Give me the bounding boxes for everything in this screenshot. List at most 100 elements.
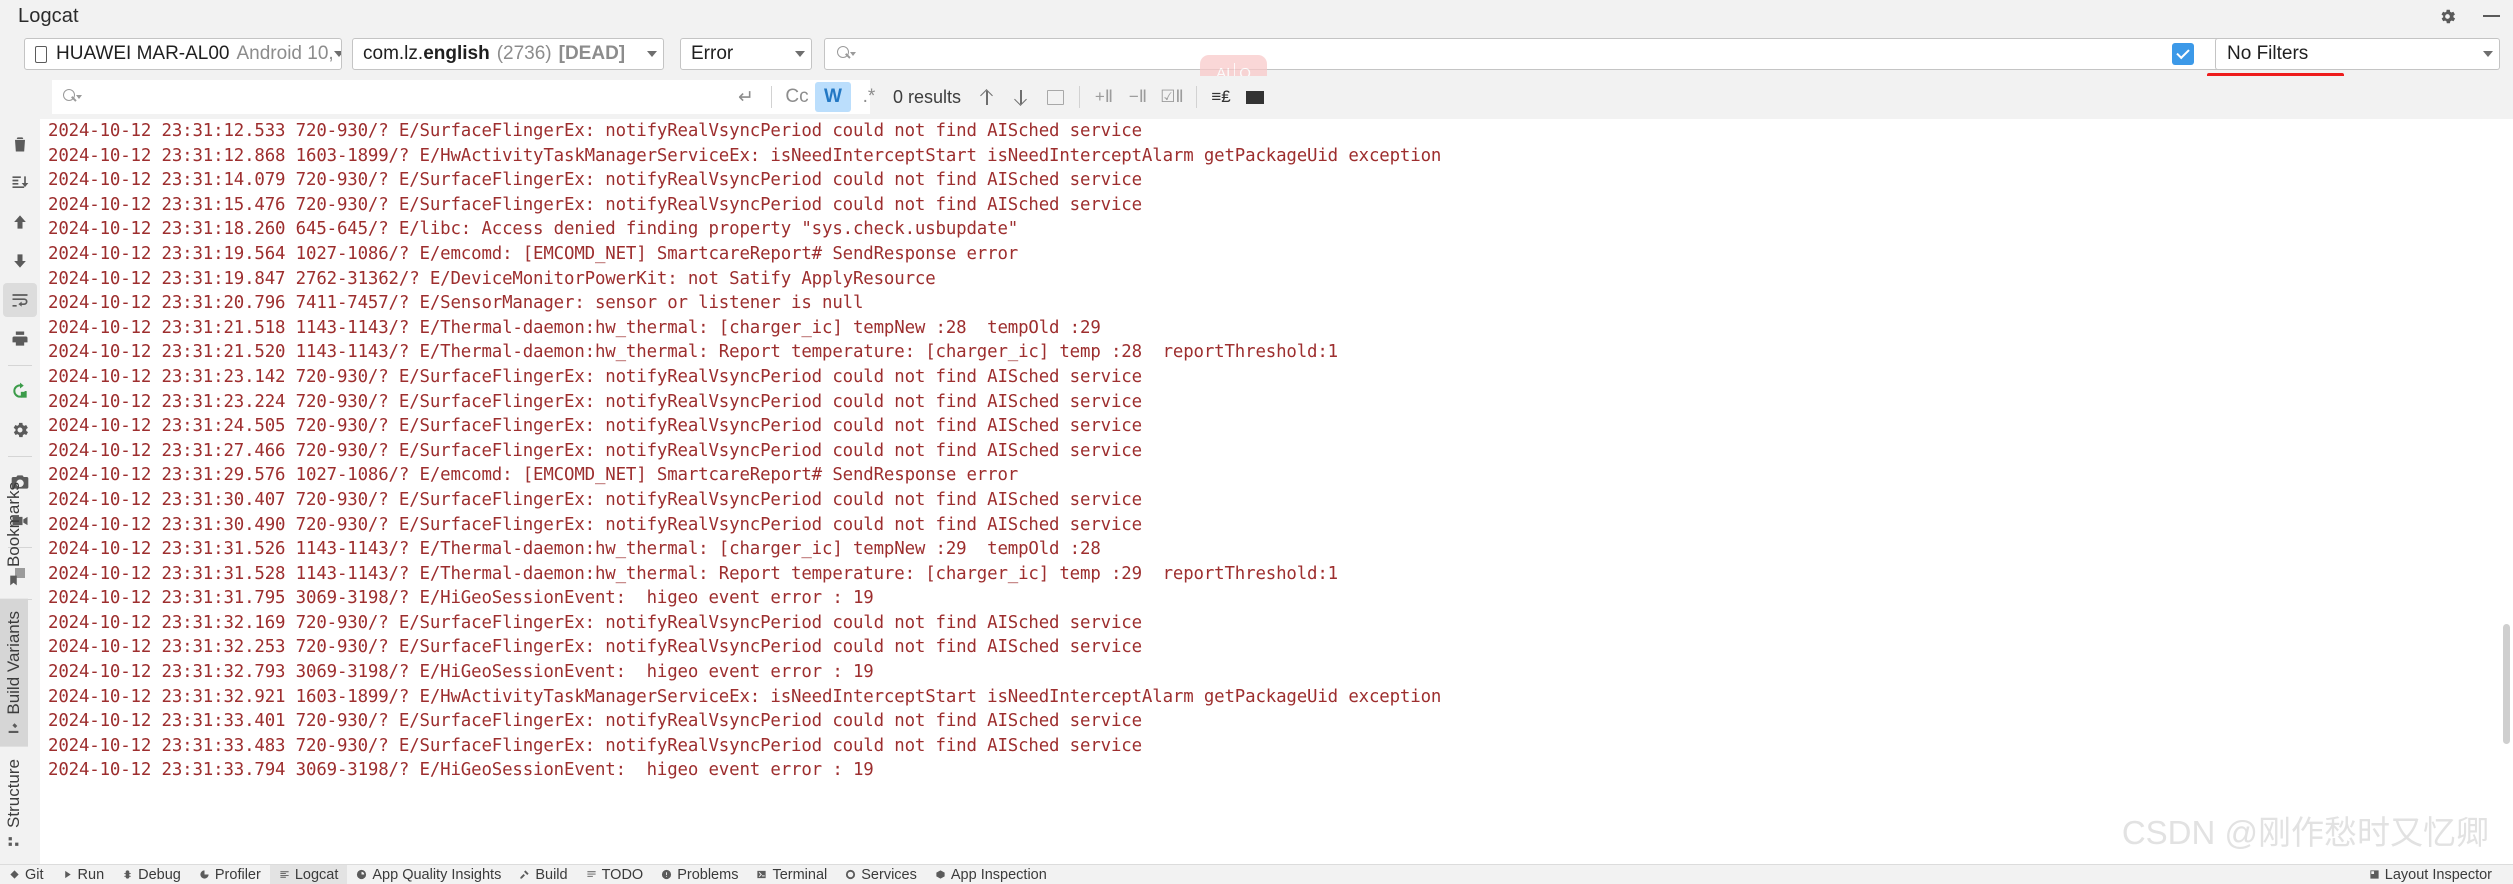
tool-window-header: Logcat bbox=[0, 0, 2513, 33]
print-button[interactable] bbox=[3, 322, 37, 356]
tool-window-title: Logcat bbox=[18, 5, 79, 27]
divider bbox=[8, 365, 32, 366]
device-name: HUAWEI MAR-AL00 bbox=[56, 43, 230, 64]
status-bar-right: Layout Inspector bbox=[2360, 865, 2513, 884]
run-icon bbox=[64, 870, 71, 879]
log-line: 2024-10-12 23:31:12.868 1603-1899/? E/Hw… bbox=[48, 145, 1442, 166]
tool-tab-terminal[interactable]: Terminal bbox=[747, 865, 836, 884]
tool-tab-app-quality-insights[interactable]: App Quality Insights bbox=[347, 865, 510, 884]
divider bbox=[8, 456, 32, 457]
match-words-toggle[interactable]: W bbox=[815, 82, 851, 112]
log-line: 2024-10-12 23:31:29.576 1027-1086/? E/em… bbox=[48, 465, 1019, 486]
tool-tab-todo[interactable]: TODO bbox=[577, 865, 653, 884]
log-line: 2024-10-12 23:31:21.520 1143-1143/? E/Th… bbox=[48, 342, 1339, 363]
tool-tab-layout-inspector[interactable]: Layout Inspector bbox=[2360, 865, 2501, 884]
log-line: 2024-10-12 23:31:33.794 3069-3198/? E/Hi… bbox=[48, 760, 874, 781]
log-line: 2024-10-12 23:31:31.528 1143-1143/? E/Th… bbox=[48, 563, 1339, 584]
arrow-down-icon[interactable] bbox=[1004, 82, 1038, 112]
sidebar-item-label: Structure bbox=[4, 758, 23, 828]
filter-preset-value[interactable]: No Filters bbox=[2215, 38, 2331, 70]
filter-funnel-icon[interactable] bbox=[1238, 82, 1272, 112]
sidebar-item-build-variants[interactable]: Build Variants bbox=[0, 599, 28, 747]
log-level-selector[interactable]: Error bbox=[680, 38, 812, 70]
sidebar-item-bookmarks[interactable]: Bookmarks bbox=[0, 470, 28, 599]
log-line: 2024-10-12 23:31:21.518 1143-1143/? E/Th… bbox=[48, 317, 1101, 338]
tool-tab-label: Problems bbox=[677, 866, 739, 883]
logcat-settings-button[interactable] bbox=[3, 413, 37, 447]
open-in-new-window-icon[interactable] bbox=[1038, 82, 1072, 112]
log-level-value: Error bbox=[691, 43, 734, 64]
tool-tab-logcat[interactable]: Logcat bbox=[269, 865, 348, 884]
tool-tab-git[interactable]: Git bbox=[0, 865, 53, 884]
tool-tab-label: Services bbox=[861, 866, 917, 883]
tool-tab-run[interactable]: Run bbox=[53, 865, 114, 884]
process-selector[interactable]: com.lz. english (2736) [DEAD] bbox=[352, 38, 664, 70]
tool-tab-services[interactable]: Services bbox=[836, 865, 926, 884]
tool-tab-problems[interactable]: Problems bbox=[652, 865, 747, 884]
arrow-up-icon[interactable] bbox=[970, 82, 1004, 112]
device-selector[interactable]: HUAWEI MAR-AL00 Android 10, bbox=[24, 38, 342, 70]
log-line: 2024-10-12 23:31:30.490 720-930/? E/Surf… bbox=[48, 514, 1142, 535]
tool-tab-label: Layout Inspector bbox=[2384, 866, 2492, 883]
chevron-down-icon bbox=[647, 51, 657, 57]
log-line: 2024-10-12 23:31:24.505 720-930/? E/Surf… bbox=[48, 416, 1142, 437]
logcat-output[interactable]: 2024-10-12 23:31:12.533 720-930/? E/Surf… bbox=[40, 119, 2513, 864]
chevron-down-icon bbox=[795, 51, 805, 57]
debug-icon bbox=[124, 870, 131, 879]
log-line: 2024-10-12 23:31:19.847 2762-31362/? E/D… bbox=[48, 268, 936, 289]
restart-logcat-button[interactable] bbox=[3, 374, 37, 408]
tool-tab-label: Logcat bbox=[294, 866, 339, 883]
gear-icon[interactable] bbox=[2435, 4, 2459, 28]
sidebar-item-structure[interactable]: Structure bbox=[0, 747, 28, 860]
configure-columns-icon[interactable]: ≡₤ bbox=[1204, 82, 1238, 112]
remove-filter-icon[interactable]: −Ⅱ bbox=[1121, 82, 1155, 112]
problems-icon bbox=[662, 869, 672, 880]
device-os: Android 10, bbox=[236, 43, 334, 64]
soft-wrap-button[interactable] bbox=[3, 283, 37, 317]
log-line: 2024-10-12 23:31:27.466 720-930/? E/Surf… bbox=[48, 440, 1142, 461]
tool-tab-profiler[interactable]: Profiler bbox=[190, 865, 270, 884]
process-state: [DEAD] bbox=[558, 43, 626, 64]
logcat-query-input[interactable] bbox=[824, 38, 2344, 70]
search-icon bbox=[63, 89, 82, 105]
build-icon bbox=[520, 870, 529, 879]
log-line: 2024-10-12 23:31:18.260 645-645/? E/libc… bbox=[48, 219, 1019, 240]
tool-tab-label: Debug bbox=[138, 866, 181, 883]
window-controls bbox=[2435, 4, 2503, 28]
terminal-icon bbox=[757, 870, 767, 879]
filters-enabled-checkbox[interactable] bbox=[2172, 43, 2194, 65]
divider bbox=[771, 86, 772, 108]
clear-logcat-button[interactable] bbox=[3, 127, 37, 161]
minimize-icon[interactable] bbox=[2479, 4, 2503, 28]
log-line: 2024-10-12 23:31:23.224 720-930/? E/Surf… bbox=[48, 391, 1142, 412]
log-line: 2024-10-12 23:31:32.793 3069-3198/? E/Hi… bbox=[48, 662, 874, 683]
log-line: 2024-10-12 23:31:31.795 3069-3198/? E/Hi… bbox=[48, 588, 874, 609]
log-line: 2024-10-12 23:31:19.564 1027-1086/? E/em… bbox=[48, 243, 1019, 264]
find-options: ↵ Cc W .* bbox=[728, 80, 887, 114]
tool-tab-app-inspection[interactable]: App Inspection bbox=[926, 865, 1056, 884]
tool-tab-build[interactable]: Build bbox=[510, 865, 576, 884]
next-occurrence-button[interactable] bbox=[3, 244, 37, 278]
profiler-icon bbox=[200, 870, 209, 879]
match-case-toggle[interactable]: Cc bbox=[779, 82, 815, 112]
add-filter-icon[interactable]: +Ⅱ bbox=[1087, 82, 1121, 112]
app-inspection-icon bbox=[936, 870, 945, 879]
tool-tab-debug[interactable]: Debug bbox=[113, 865, 190, 884]
filter-preset-dropdown[interactable] bbox=[2330, 38, 2500, 70]
left-tool-tabs: Bookmarks Build Variants Structure bbox=[0, 470, 28, 860]
log-line: 2024-10-12 23:31:15.476 720-930/? E/Surf… bbox=[48, 194, 1142, 215]
scroll-to-end-button[interactable] bbox=[3, 166, 37, 200]
tool-tab-label: Build bbox=[535, 866, 568, 883]
log-line: 2024-10-12 23:31:33.483 720-930/? E/Surf… bbox=[48, 735, 1142, 756]
regex-toggle[interactable]: .* bbox=[851, 82, 887, 112]
logcat-icon bbox=[280, 871, 289, 878]
tool-tab-label: Terminal bbox=[772, 866, 828, 883]
sidebar-item-label: Bookmarks bbox=[4, 482, 23, 568]
previous-occurrence-button[interactable] bbox=[3, 205, 37, 239]
chevron-down-icon bbox=[2483, 51, 2493, 57]
log-line: 2024-10-12 23:31:32.921 1603-1899/? E/Hw… bbox=[48, 686, 1442, 707]
new-line-icon[interactable]: ↵ bbox=[728, 82, 764, 112]
logcat-scrollbar-thumb[interactable] bbox=[2503, 624, 2510, 744]
log-line: 2024-10-12 23:31:23.142 720-930/? E/Surf… bbox=[48, 366, 1142, 387]
select-filter-icon[interactable]: ☑Ⅱ bbox=[1155, 82, 1189, 112]
